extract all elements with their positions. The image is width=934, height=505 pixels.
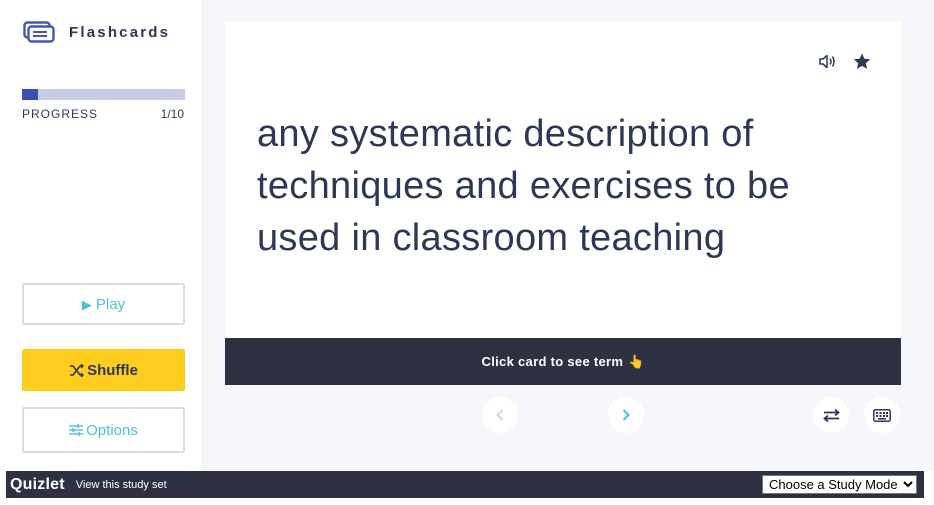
chevron-right-icon — [622, 409, 630, 421]
keyboard-shortcuts-button[interactable] — [864, 397, 900, 433]
pointing-hand-icon: 👆 — [628, 353, 645, 369]
play-button[interactable]: ▶ Play — [22, 283, 185, 325]
brand: Flashcards — [23, 21, 170, 43]
flashcards-icon — [23, 21, 55, 43]
card-definition: any systematic description of techniques… — [257, 113, 790, 259]
play-icon: ▶ — [81, 296, 92, 312]
options-button[interactable]: Options — [22, 407, 185, 453]
embed-footer: Quizlet View this study set Choose a Stu… — [6, 471, 924, 498]
shuffle-label: Shuffle — [87, 361, 138, 379]
audio-icon[interactable] — [818, 52, 836, 70]
progress-label: PROGRESS — [22, 107, 99, 121]
shuffle-icon — [70, 363, 85, 377]
sliders-icon — [69, 424, 84, 436]
options-label: Options — [86, 421, 138, 439]
keyboard-icon — [873, 408, 891, 422]
study-mode-select[interactable]: Choose a Study Mode — [762, 475, 917, 494]
view-study-set-link[interactable]: View this study set — [76, 479, 167, 491]
play-label: Play — [95, 295, 126, 313]
progress-count: 1/10 — [160, 107, 184, 121]
progress-fill — [22, 89, 39, 100]
card-hint-bar[interactable]: Click card to see term 👆 — [225, 338, 901, 385]
swap-arrows-icon — [822, 408, 840, 422]
chevron-left-icon — [496, 409, 504, 421]
progress-bar — [22, 89, 185, 100]
swap-sides-button[interactable] — [813, 397, 849, 433]
page-title: Flashcards — [69, 23, 171, 41]
card-hint: Click card to see term — [481, 354, 624, 369]
sidebar: Flashcards PROGRESS 1/10 ▶ Play Shuffle … — [0, 0, 201, 471]
flashcard[interactable]: any systematic description of techniques… — [225, 22, 901, 338]
shuffle-button[interactable]: Shuffle — [22, 349, 185, 391]
star-icon[interactable] — [853, 52, 871, 70]
previous-card-button[interactable] — [482, 397, 518, 433]
quizlet-logo[interactable]: Quizlet — [10, 476, 65, 494]
next-card-button[interactable] — [608, 397, 644, 433]
